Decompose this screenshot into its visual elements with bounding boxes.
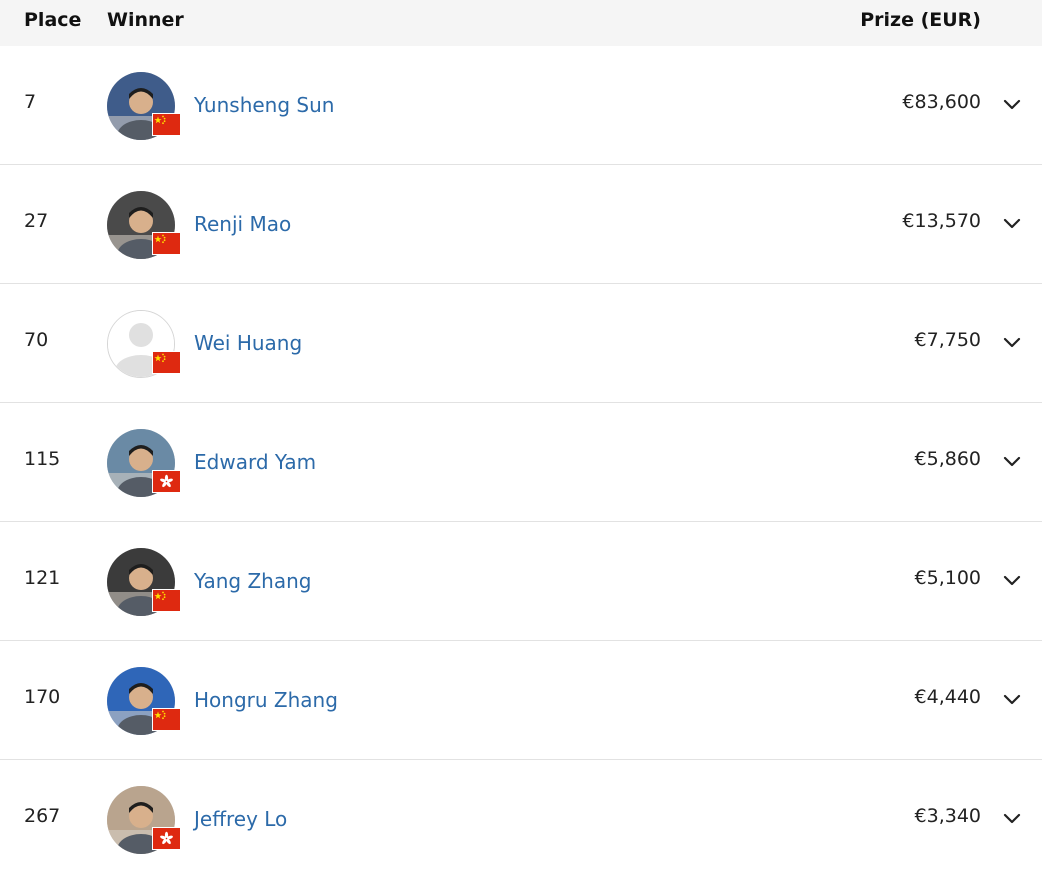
china-flag-icon	[152, 708, 181, 731]
column-header-prize: Prize (EUR)	[860, 9, 981, 31]
chevron-down-icon[interactable]	[1000, 330, 1024, 354]
chevron-down-icon[interactable]	[1000, 568, 1024, 592]
table-row: 7 Yunsheng Sun €83,600	[0, 46, 1042, 165]
prize-amount: €5,100	[914, 567, 981, 589]
prize-amount: €83,600	[902, 91, 981, 113]
player-name-link[interactable]: Wei Huang	[194, 331, 302, 355]
place-value: 27	[24, 210, 49, 232]
player-avatar-group[interactable]	[107, 310, 181, 380]
china-flag-icon	[152, 589, 181, 612]
chevron-down-icon[interactable]	[1000, 92, 1024, 116]
player-avatar-group[interactable]	[107, 429, 181, 499]
table-header: Place Winner Prize (EUR)	[0, 0, 1042, 46]
table-row: 115 Edward Yam €5,860	[0, 403, 1042, 522]
place-value: 170	[24, 686, 61, 708]
player-avatar-group[interactable]	[107, 548, 181, 618]
prize-amount: €5,860	[914, 448, 981, 470]
player-name-link[interactable]: Hongru Zhang	[194, 688, 338, 712]
player-avatar-group[interactable]	[107, 72, 181, 142]
chevron-down-icon[interactable]	[1000, 449, 1024, 473]
chevron-down-icon[interactable]	[1000, 687, 1024, 711]
prize-amount: €4,440	[914, 686, 981, 708]
place-value: 7	[24, 91, 37, 113]
table-row: 121 Yang Zhang €5,100	[0, 522, 1042, 641]
place-value: 267	[24, 805, 61, 827]
place-value: 115	[24, 448, 61, 470]
chevron-down-icon[interactable]	[1000, 806, 1024, 830]
place-value: 121	[24, 567, 61, 589]
column-header-winner: Winner	[107, 9, 184, 31]
china-flag-icon	[152, 113, 181, 136]
player-avatar-group[interactable]	[107, 667, 181, 737]
place-value: 70	[24, 329, 49, 351]
player-avatar-group[interactable]	[107, 786, 181, 856]
player-avatar-group[interactable]	[107, 191, 181, 261]
prize-amount: €3,340	[914, 805, 981, 827]
table-row: 27 Renji Mao €13,570	[0, 165, 1042, 284]
table-row: 267 Jeffrey Lo €3,340	[0, 760, 1042, 878]
column-header-place: Place	[24, 9, 82, 31]
player-name-link[interactable]: Yunsheng Sun	[194, 93, 334, 117]
table-row: 70 Wei Huang €7,750	[0, 284, 1042, 403]
hong-kong-flag-icon	[152, 827, 181, 850]
chevron-down-icon[interactable]	[1000, 211, 1024, 235]
results-table: Place Winner Prize (EUR) 7 Yunsheng Sun €8…	[0, 0, 1042, 878]
hong-kong-flag-icon	[152, 470, 181, 493]
table-row: 170 Hongru Zhang €4,440	[0, 641, 1042, 760]
prize-amount: €13,570	[902, 210, 981, 232]
prize-amount: €7,750	[914, 329, 981, 351]
player-name-link[interactable]: Jeffrey Lo	[194, 807, 287, 831]
player-name-link[interactable]: Yang Zhang	[194, 569, 311, 593]
china-flag-icon	[152, 232, 181, 255]
china-flag-icon	[152, 351, 181, 374]
player-name-link[interactable]: Edward Yam	[194, 450, 316, 474]
player-name-link[interactable]: Renji Mao	[194, 212, 291, 236]
table-body: 7 Yunsheng Sun €83,600 27 Renji Mao €13,570 70…	[0, 46, 1042, 878]
